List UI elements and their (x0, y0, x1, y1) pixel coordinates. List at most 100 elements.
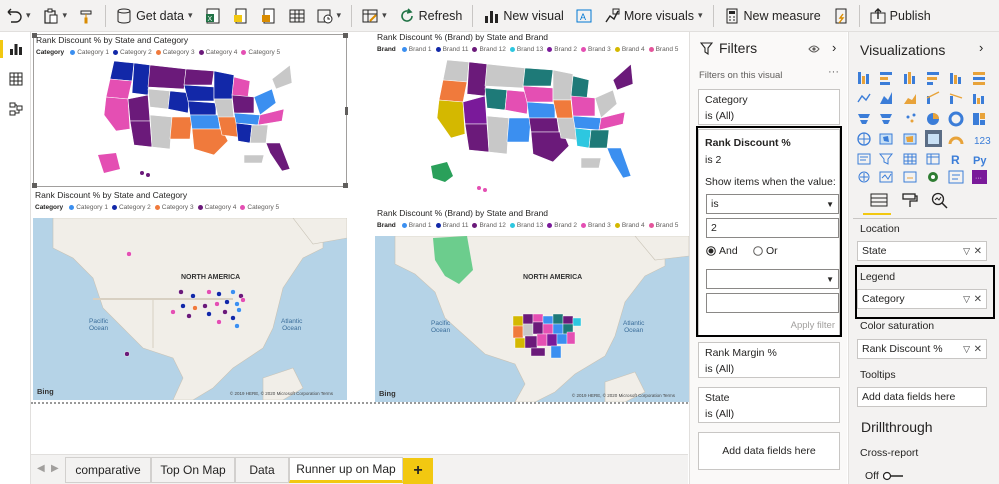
publish-button[interactable]: Publish (864, 2, 937, 30)
resize-handle[interactable] (343, 33, 348, 38)
chevron-down-icon: ▾ (62, 10, 68, 20)
remove-field-icon[interactable]: ✕ (974, 344, 982, 355)
filled-map-brand[interactable]: Rank Discount % (Brand) by State and Bra… (375, 32, 691, 200)
report-view-button[interactable] (0, 34, 31, 64)
refresh-button[interactable]: Refresh (393, 2, 469, 30)
page-tabs: ◀ ▶ comparative Top On Map Data Runner u… (31, 454, 688, 484)
filter-card-category[interactable]: Category is (All) (698, 89, 840, 125)
filter-card-rank-margin[interactable]: Rank Margin % is (All) (698, 342, 840, 378)
legend-item-label: Category 4 (204, 204, 237, 211)
location-field: State (862, 245, 887, 257)
tooltips-well[interactable]: Add data fields here (857, 387, 987, 407)
chevron-down-icon[interactable]: ▽ (963, 344, 970, 355)
new-measure-button[interactable]: New measure (718, 2, 827, 30)
model-view-icon (9, 102, 22, 116)
legend-item: Brand 2 (547, 222, 577, 229)
chevron-down-icon: ▾ (336, 10, 342, 20)
map-legend: Brand Brand 1 Brand 11 Brand 12 Brand 13… (377, 222, 678, 229)
filters-on-visual-label: Filters on this visual (699, 70, 783, 81)
enter-data-button[interactable] (283, 2, 311, 30)
remove-field-icon[interactable]: ✕ (974, 246, 982, 257)
model-view-button[interactable] (0, 94, 31, 124)
excel-button[interactable]: X (199, 2, 227, 30)
toggle-state-label: Off (865, 470, 879, 482)
map-legend: Category Category 1 Category 2 Category … (35, 204, 279, 211)
legend-item-label: Category 2 (118, 204, 151, 211)
filter-name: Rank Margin % (705, 347, 777, 359)
format-painter-button[interactable] (73, 2, 101, 30)
resize-handle[interactable] (32, 183, 37, 188)
tab-top-on-map[interactable]: Top On Map (151, 457, 235, 483)
legend-item-label: Category 5 (248, 49, 281, 56)
location-well[interactable]: State ▽ ✕ (857, 241, 987, 261)
bubble-map-category[interactable]: Rank Discount % by State and Category Ca… (33, 190, 347, 402)
recent-sources-button[interactable]: ▾ (311, 2, 348, 30)
legend-item-label: Brand 11 (442, 46, 469, 53)
fields-tab-icon[interactable] (869, 192, 889, 210)
tab-runner-up-on-map[interactable]: Runner up on Map (289, 457, 403, 483)
filled-basemap-brand[interactable]: Rank Discount % (Brand) by State and Bra… (375, 208, 691, 402)
legend-title: Brand (377, 46, 396, 53)
location-label: Location (860, 223, 900, 235)
format-painter-icon (80, 10, 92, 23)
get-data-button[interactable]: Get data ▾ (110, 2, 198, 30)
new-visual-button[interactable]: New visual (477, 2, 569, 30)
legend-item-label: Category 2 (119, 49, 152, 56)
chevron-down-icon[interactable]: ▽ (963, 246, 970, 257)
report-canvas[interactable]: Rank Discount % by State and Category Ca… (31, 32, 691, 454)
tab-label: Data (249, 463, 275, 477)
color-saturation-well[interactable]: Rank Discount % ▽ ✕ (857, 339, 987, 359)
tab-data[interactable]: Data (235, 457, 289, 483)
data-view-button[interactable] (0, 64, 31, 94)
svg-text:R: R (951, 153, 960, 167)
collapse-filters-icon[interactable]: › (832, 40, 836, 55)
filter-card-state[interactable]: State is (All) (698, 387, 840, 423)
collapse-viz-icon[interactable]: › (979, 40, 983, 55)
cross-report-toggle[interactable]: Off (865, 470, 905, 482)
calculator-icon (726, 8, 738, 23)
filled-map-category[interactable]: Rank Discount % by State and Category Ca… (32, 33, 348, 188)
page-boundary (31, 402, 688, 404)
transform-data-button[interactable]: ▾ (356, 2, 393, 30)
visual-type-gallery[interactable]: 123 R Py ··· (857, 70, 997, 186)
svg-text:···: ··· (975, 175, 982, 182)
more-visuals-button[interactable]: More visuals ▾ (598, 2, 709, 30)
resize-handle[interactable] (343, 183, 348, 188)
add-page-button[interactable]: + (403, 458, 433, 484)
format-roller-icon[interactable] (901, 192, 919, 210)
tab-comparative[interactable]: comparative (65, 457, 151, 483)
more-options-icon[interactable]: ··· (828, 66, 839, 78)
legend-title: Category (35, 204, 64, 211)
map-canvas[interactable]: NORTH AMERICA Pacific Ocean Atlantic Oce… (33, 218, 347, 400)
legend-item-label: Brand 1 (408, 46, 432, 53)
resize-handle[interactable] (345, 107, 348, 115)
legend-item: Brand 12 (472, 222, 506, 229)
dataset-button[interactable] (227, 2, 255, 30)
next-page-arrow[interactable]: ▶ (51, 463, 59, 474)
legend-title: Category (36, 49, 65, 56)
svg-text:A: A (580, 12, 586, 22)
map-canvas[interactable]: NORTH AMERICA Pacific Ocean Atlantic Oce… (375, 236, 689, 402)
color-saturation-field: Rank Discount % (862, 343, 943, 355)
legend-item: Category 2 (111, 204, 151, 211)
tab-label: Runner up on Map (296, 462, 396, 476)
add-filter-dropzone[interactable]: Add data fields here (698, 432, 840, 470)
legend-item-label: Category 4 (205, 49, 238, 56)
sql-button[interactable] (255, 2, 283, 30)
text-box-button[interactable]: A (570, 2, 598, 30)
legend-item-label: Brand 5 (655, 46, 679, 53)
resize-handle[interactable] (32, 33, 37, 38)
visual-type-icons: 123 R Py ··· (857, 72, 991, 184)
legend-title: Brand (377, 222, 396, 229)
undo-button[interactable]: ▾ (0, 2, 37, 30)
legend-item: Brand 11 (435, 222, 468, 229)
analytics-icon[interactable] (931, 192, 949, 210)
svg-text:X: X (207, 16, 212, 23)
prev-page-arrow[interactable]: ◀ (37, 463, 45, 474)
legend-item: Brand 4 (614, 46, 645, 53)
paste-button[interactable]: ▾ (37, 2, 74, 30)
legend-item-label: Brand 4 (621, 46, 645, 53)
quick-measure-button[interactable] (827, 2, 855, 30)
filter-name: State (705, 392, 730, 404)
eye-icon[interactable] (808, 44, 820, 54)
